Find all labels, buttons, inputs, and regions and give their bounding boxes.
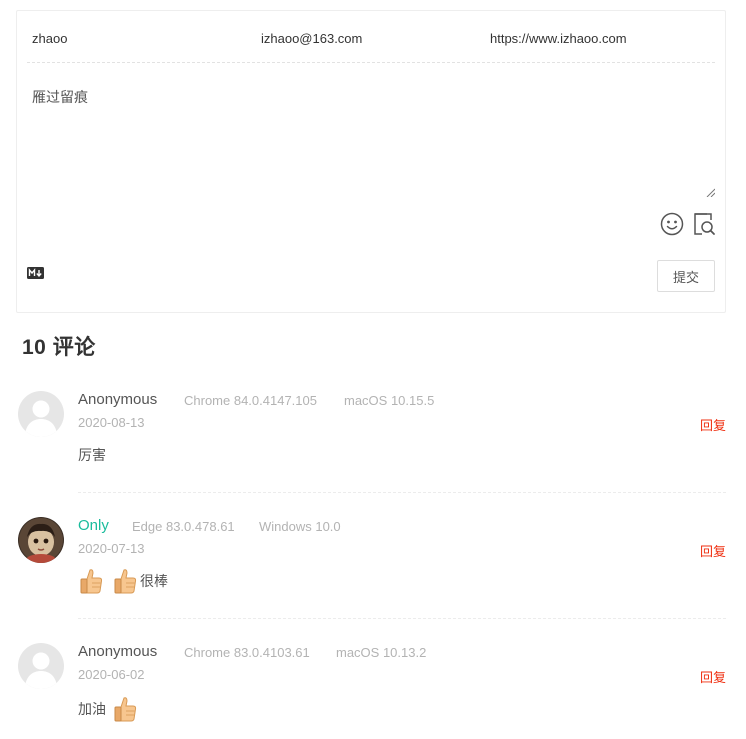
comment-time: 2020-08-13 bbox=[78, 415, 145, 430]
comment-time: 2020-06-02 bbox=[78, 667, 145, 682]
comment-time: 2020-07-13 bbox=[78, 541, 145, 556]
comment-browser: Chrome 84.0.4147.105 bbox=[184, 393, 317, 408]
comment-content: 厉害 bbox=[78, 445, 106, 465]
comment-os: macOS 10.13.2 bbox=[336, 645, 427, 660]
comment-browser: Edge 83.0.478.61 bbox=[132, 519, 235, 534]
reply-button[interactable]: 回复 bbox=[700, 667, 726, 686]
emoji-icon[interactable] bbox=[659, 211, 685, 237]
comment-text: 很棒 bbox=[140, 573, 168, 589]
reply-button[interactable]: 回复 bbox=[700, 415, 726, 434]
default-avatar bbox=[18, 391, 64, 437]
comment-os: macOS 10.15.5 bbox=[344, 393, 435, 408]
website-input[interactable] bbox=[485, 28, 707, 48]
email-input[interactable] bbox=[256, 28, 481, 48]
meta-row bbox=[27, 11, 715, 63]
comment-item: Anonymous Chrome 84.0.4147.105 macOS 10.… bbox=[18, 391, 726, 493]
default-avatar bbox=[18, 643, 64, 689]
comment-nick-link[interactable]: Only bbox=[78, 517, 109, 534]
comment-editor: 雁过留痕 提交 bbox=[16, 10, 726, 313]
thumbs-up-icon bbox=[80, 569, 103, 594]
thumbs-up-icon bbox=[114, 697, 137, 722]
divider bbox=[78, 618, 726, 619]
comment-text: 厉害 bbox=[78, 447, 106, 463]
comment-browser: Chrome 83.0.4103.61 bbox=[184, 645, 310, 660]
submit-button[interactable]: 提交 bbox=[657, 260, 715, 292]
photo-avatar bbox=[18, 517, 64, 563]
preview-icon[interactable] bbox=[691, 211, 717, 237]
nickname-input[interactable] bbox=[27, 28, 252, 48]
comment-item: Anonymous Chrome 83.0.4103.61 macOS 10.1… bbox=[18, 643, 726, 739]
comment-nick: Anonymous bbox=[78, 391, 158, 408]
comment-count: 10 评论 bbox=[22, 336, 96, 359]
thumbs-up-icon bbox=[114, 569, 137, 594]
comment-text: 加油 bbox=[78, 701, 106, 717]
markdown-icon[interactable] bbox=[27, 267, 44, 279]
reply-button[interactable]: 回复 bbox=[700, 541, 726, 560]
resize-grip-icon[interactable] bbox=[705, 187, 715, 197]
comment-item: Only Edge 83.0.478.61 Windows 10.0 2020-… bbox=[18, 517, 726, 619]
comment-textarea[interactable]: 雁过留痕 bbox=[27, 73, 715, 197]
comment-content: 加油 bbox=[78, 695, 138, 723]
comment-content: 很棒 bbox=[78, 567, 168, 595]
comment-os: Windows 10.0 bbox=[259, 519, 341, 534]
divider bbox=[78, 492, 726, 493]
comment-nick: Anonymous bbox=[78, 643, 158, 660]
